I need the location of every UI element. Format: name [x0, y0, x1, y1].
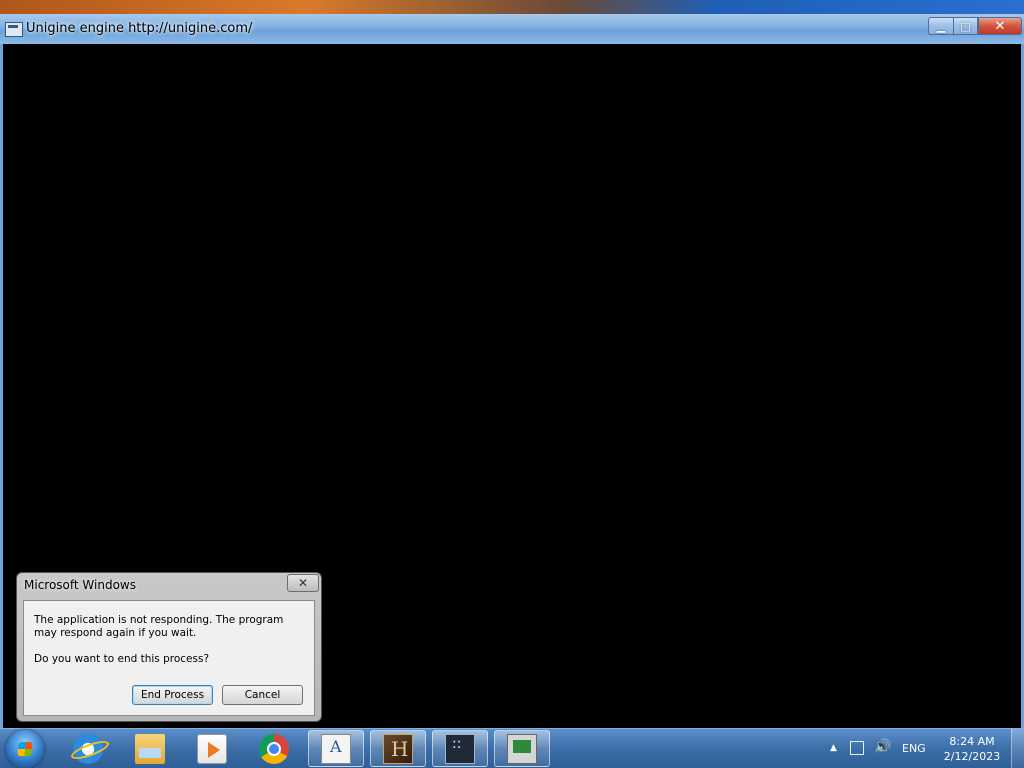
- close-button[interactable]: ✕: [978, 17, 1022, 35]
- start-button[interactable]: [6, 730, 44, 768]
- clock-time: 8:24 AM: [949, 735, 995, 748]
- taskbar-item-chrome[interactable]: [246, 730, 302, 767]
- taskbar-item-explorer[interactable]: [122, 730, 178, 767]
- chrome-icon: [259, 733, 289, 764]
- app-titlebar[interactable]: Unigine engine http://unigine.com/ ▁ □ ✕: [0, 14, 1024, 44]
- language-indicator[interactable]: ENG: [902, 742, 926, 755]
- cancel-button[interactable]: Cancel: [222, 685, 303, 705]
- taskbar-item-monitor[interactable]: [494, 730, 550, 767]
- dialog-message: The application is not responding. The p…: [34, 614, 284, 639]
- monitor-icon: [507, 733, 537, 764]
- taskbar-item-unigine[interactable]: [432, 730, 488, 767]
- taskbar-item-document[interactable]: [308, 730, 364, 767]
- media-player-icon: [197, 733, 227, 764]
- network-icon[interactable]: [850, 741, 864, 755]
- app-window-title: Unigine engine http://unigine.com/: [26, 21, 253, 36]
- unigine-icon: [445, 733, 475, 764]
- not-responding-dialog: Microsoft Windows ✕ The application is n…: [16, 572, 322, 722]
- taskbar-item-internet-explorer[interactable]: [60, 730, 116, 767]
- taskbar-item-media-player[interactable]: [184, 730, 240, 767]
- dialog-body: The application is not responding. The p…: [23, 600, 315, 716]
- show-desktop-button[interactable]: [1011, 729, 1024, 768]
- dialog-close-button[interactable]: ✕: [287, 574, 319, 592]
- window-controls: ▁ □ ✕: [928, 17, 1022, 35]
- maximize-button[interactable]: □: [953, 17, 978, 35]
- game-icon: [383, 733, 413, 764]
- clock[interactable]: 8:24 AM 2/12/2023: [942, 734, 1002, 764]
- app-window-icon[interactable]: [5, 22, 23, 37]
- folder-icon: [135, 733, 165, 764]
- internet-explorer-icon: [73, 733, 103, 764]
- dialog-question: Do you want to end this process?: [34, 653, 210, 665]
- minimize-button[interactable]: ▁: [928, 17, 953, 35]
- document-icon: [321, 733, 351, 764]
- end-process-button[interactable]: End Process: [132, 685, 213, 705]
- system-tray: ▲ 🔊 ENG 8:24 AM 2/12/2023: [824, 729, 1024, 768]
- taskbar-item-game[interactable]: [370, 730, 426, 767]
- volume-icon[interactable]: 🔊: [874, 739, 891, 755]
- show-hidden-icons-button[interactable]: ▲: [830, 743, 837, 753]
- taskbar: ▲ 🔊 ENG 8:24 AM 2/12/2023: [0, 728, 1024, 768]
- dialog-title: Microsoft Windows: [24, 578, 136, 592]
- clock-date: 2/12/2023: [943, 750, 1001, 763]
